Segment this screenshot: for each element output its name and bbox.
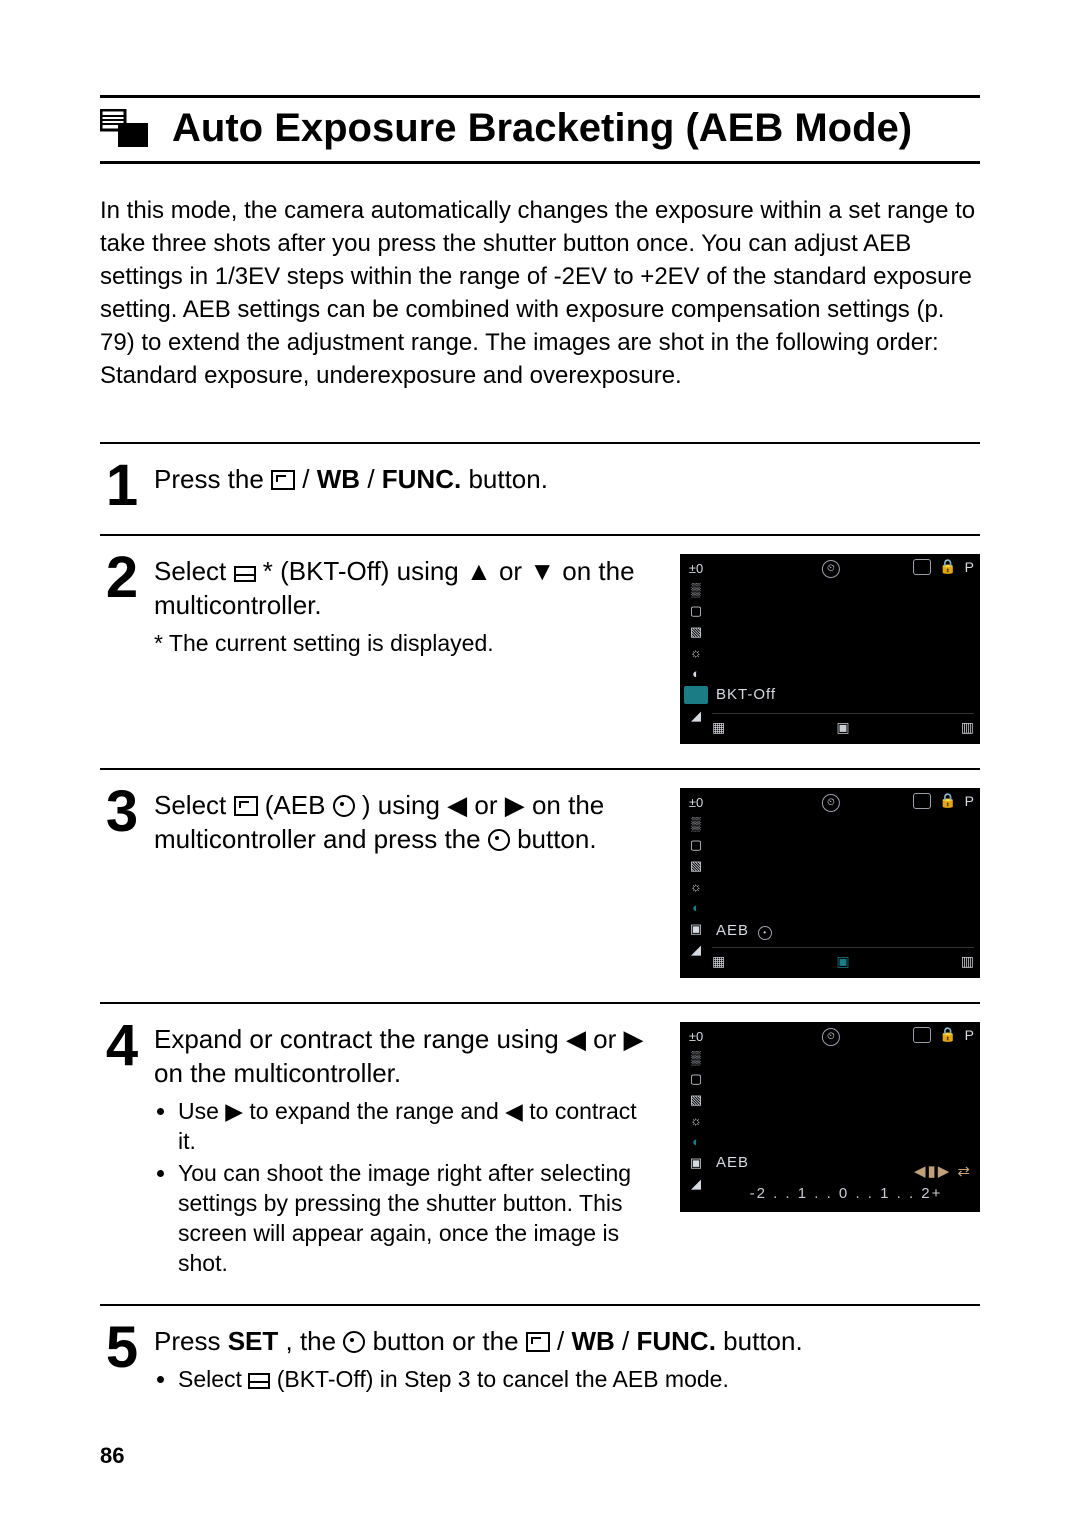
lcd-bottom-row: ▦ ▣ ▥: [712, 713, 974, 740]
lcd-mode-p: P: [965, 1027, 974, 1043]
lcd-bkt-label: BKT-Off: [716, 686, 776, 703]
lcd-lock-icon: 🔒: [939, 1026, 956, 1043]
step-4-bullets: Use ▶ to expand the range and ◀ to contr…: [154, 1096, 660, 1278]
lcd-aeb-label: AEB: [716, 1154, 749, 1171]
set-label: SET: [228, 1326, 279, 1356]
up-arrow-icon: ▲: [466, 556, 492, 586]
lcd-lock-icon: 🔒: [939, 558, 956, 575]
step-number: 3: [100, 788, 144, 978]
exposure-comp-icon: [271, 470, 295, 490]
step-number: 4: [100, 1022, 144, 1280]
metering-button-icon: [488, 829, 510, 851]
page-title: Auto Exposure Bracketing (AEB Mode): [172, 106, 912, 151]
step-4-bullet-2: You can shoot the image right after sele…: [178, 1158, 660, 1278]
lcd-mode-p: P: [965, 559, 974, 575]
lcd-bottom-row: ▦ ▣ ▥: [712, 947, 974, 974]
page-title-bar: Auto Exposure Bracketing (AEB Mode): [100, 95, 980, 164]
metering-button-icon: [343, 1331, 365, 1353]
lcd-top-timer-icon: ⏲: [822, 792, 840, 812]
lcd-left-icons: ±0 ▒ ▢ ▧ ☼ ◐ ▣ ◢: [686, 1028, 706, 1193]
func-label: FUNC.: [382, 464, 461, 494]
step-4: 4 Expand or contract the range using ◀ o…: [100, 1002, 980, 1304]
lcd-metering-icon: •: [758, 926, 772, 940]
lcd-camera-icon: [913, 559, 931, 575]
bkt-off-icon: [234, 566, 256, 582]
aeb-icon: [234, 796, 258, 816]
intro-paragraph: In this mode, the camera automatically c…: [100, 194, 980, 392]
lcd-camera-icon: [913, 793, 931, 809]
func-label: FUNC.: [637, 1326, 716, 1356]
step-2-note: * The current setting is displayed.: [154, 628, 660, 658]
left-arrow-icon: ◀: [447, 790, 467, 820]
lcd-top-right: 🔒 P: [913, 1026, 974, 1043]
wb-label: WB: [571, 1326, 614, 1356]
aeb-mode-icon: [100, 109, 150, 149]
lcd-camera-icon: [913, 1027, 931, 1043]
lcd-aeb-label: AEB •: [716, 922, 772, 940]
left-arrow-icon: ◀: [566, 1024, 586, 1054]
lcd-screenshot-aeb-select: ±0 ▒ ▢ ▧ ☼ ◐ ▣ ◢ ⏲ 🔒 P AEB •: [680, 788, 980, 978]
metering-icon: [333, 795, 355, 817]
step-3-text: Select (AEB ) using ◀ or ▶ on the multic…: [154, 788, 660, 856]
lcd-screenshot-bkt-off: ±0 ▒ ▢ ▧ ☼ ◐ ▣ ◢ ⏲ 🔒 P BKT-Off: [680, 554, 980, 744]
step-number: 5: [100, 1324, 144, 1396]
lcd-top-right: 🔒 P: [913, 558, 974, 575]
step-5: 5 Press SET , the button or the / WB / F…: [100, 1304, 980, 1420]
lcd-left-icons: ±0 ▒ ▢ ▧ ☼ ◐ ▣ ◢: [686, 794, 706, 959]
step-2-text: Select * (BKT-Off) using ▲ or ▼ on the m…: [154, 554, 660, 622]
lcd-highlight: [684, 686, 708, 704]
right-arrow-icon: ▶: [624, 1024, 644, 1054]
step-number: 1: [100, 462, 144, 510]
step-1-text: Press the / WB / FUNC. button.: [154, 462, 980, 496]
exposure-comp-icon: [526, 1332, 550, 1352]
lcd-lock-icon: 🔒: [939, 792, 956, 809]
lcd-mode-p: P: [965, 793, 974, 809]
right-arrow-icon: ▶: [505, 790, 525, 820]
step-5-bullets: Select (BKT-Off) in Step 3 to cancel the…: [154, 1364, 980, 1394]
step-4-text: Expand or contract the range using ◀ or …: [154, 1022, 660, 1090]
lcd-screenshot-aeb-range: ±0 ▒ ▢ ▧ ☼ ◐ ▣ ◢ ⏲ 🔒 P AEB ◀▮▶ ⇄ -2 . .: [680, 1022, 980, 1212]
step-1: 1 Press the / WB / FUNC. button.: [100, 442, 980, 534]
lcd-ev-scale: -2 . . 1 . . 0 . . 1 . . 2+: [720, 1185, 972, 1202]
step-5-text: Press SET , the button or the / WB / FUN…: [154, 1324, 980, 1358]
down-arrow-icon: ▼: [529, 556, 555, 586]
lcd-top-timer-icon: ⏲: [822, 1026, 840, 1046]
bkt-off-icon: [248, 1373, 270, 1389]
right-arrow-icon: ▶: [225, 1098, 243, 1124]
lcd-range-arrows-icon: ◀▮▶ ⇄: [914, 1162, 972, 1180]
lcd-top-right: 🔒 P: [913, 792, 974, 809]
lcd-top-timer-icon: ⏲: [822, 558, 840, 578]
step-2: 2 Select * (BKT-Off) using ▲ or ▼ on the…: [100, 534, 980, 768]
left-arrow-icon: ◀: [505, 1098, 523, 1124]
step-number: 2: [100, 554, 144, 744]
step-4-bullet-1: Use ▶ to expand the range and ◀ to contr…: [178, 1096, 660, 1156]
step-3: 3 Select (AEB ) using ◀ or ▶ on the mult…: [100, 768, 980, 1002]
page-number: 86: [100, 1443, 124, 1469]
wb-label: WB: [317, 464, 360, 494]
step-5-bullet-1: Select (BKT-Off) in Step 3 to cancel the…: [178, 1364, 980, 1394]
